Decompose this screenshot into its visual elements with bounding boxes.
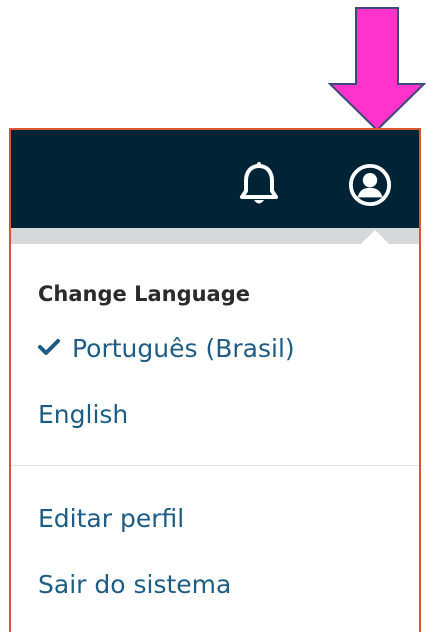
edit-profile-link[interactable]: Editar perfil bbox=[38, 504, 184, 533]
checkmark-icon bbox=[38, 339, 60, 355]
user-menu-panel: Change Language Português (Brasil) Engli… bbox=[9, 128, 421, 632]
annotation-arrow-icon bbox=[327, 7, 426, 132]
language-item-english[interactable]: English bbox=[38, 400, 128, 429]
language-item-portuguese[interactable]: Português (Brasil) bbox=[38, 334, 295, 363]
logout-link[interactable]: Sair do sistema bbox=[38, 570, 231, 599]
user-dropdown-menu: Change Language Português (Brasil) Engli… bbox=[11, 244, 419, 632]
user-avatar-icon[interactable] bbox=[348, 161, 392, 209]
top-navigation-bar bbox=[11, 130, 419, 228]
language-item-label: Português (Brasil) bbox=[72, 334, 295, 363]
menu-divider bbox=[11, 465, 419, 466]
screenshot-stage: Change Language Português (Brasil) Engli… bbox=[0, 0, 426, 632]
change-language-heading: Change Language bbox=[38, 282, 250, 306]
bell-icon[interactable] bbox=[237, 160, 281, 208]
dropdown-caret-icon bbox=[361, 230, 389, 244]
